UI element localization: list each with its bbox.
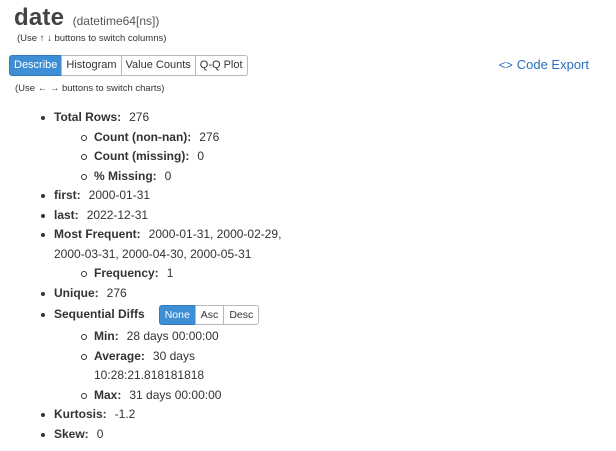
stat-label: Kurtosis: [54,407,107,421]
stat-label: Unique: [54,285,99,300]
describe-stats: Total Rows: 276 Count (non-nan): 276 Count… [41,108,304,445]
column-name: date [14,4,65,31]
stat-label: Skew: [54,426,89,441]
stat-label: Frequency: [94,266,159,280]
stat-label: Sequential Diffs [54,307,145,322]
stat-value: 276 [106,285,127,300]
stat-value: 31 days 00:00:00 [129,387,222,402]
stat-value: 0 [197,149,205,163]
stat-value: -1.2 [114,407,136,421]
stat-skew: Skew: 0 [41,425,304,445]
code-export-label: Code Export [516,57,589,72]
stat-label: last: [54,207,79,222]
sort-desc-button[interactable]: Desc [223,305,260,325]
stat-value: 28 days 00:00:00 [126,329,219,343]
stat-value: 0 [96,426,104,441]
stat-label: Min: [94,329,119,343]
chart-tabs: Describe Histogram Value Counts Q-Q Plot [9,55,248,76]
stat-label: Count (non-nan): [94,129,192,144]
tab-describe[interactable]: Describe [9,55,63,76]
stat-value: 0 [164,168,172,183]
stat-first: first: 2000-01-31 [41,186,304,206]
stat-count-missing: Count (missing): 0 [81,147,304,167]
stat-pct-missing: % Missing: 0 [81,167,304,187]
stat-value: 2000-01-31 [88,188,151,202]
stat-value: 2022-12-31 [86,207,149,222]
stat-total-rows: Total Rows: 276 [41,108,304,128]
stat-label: Count (missing): [94,149,190,163]
stat-diff-max: Max: 31 days 00:00:00 [81,386,304,406]
sort-asc-button[interactable]: Asc [194,305,225,325]
stat-value: 276 [199,129,220,144]
stat-most-frequent: Most Frequent: 2000-01-31, 2000-02-29, 20… [41,225,304,264]
column-dtype: (datetime64[ns]) [72,14,160,28]
stat-frequency: Frequency: 1 [81,264,304,284]
stat-label: % Missing: [94,168,157,183]
tab-value-counts[interactable]: Value Counts [120,55,196,76]
code-export-link[interactable]: <> Code Export [499,57,589,72]
stat-value: 276 [129,110,150,124]
stat-label: Total Rows: [54,110,122,124]
columns-hint: (Use ↑ ↓ buttons to switch columns) [17,33,167,44]
tab-qq-plot[interactable]: Q-Q Plot [194,55,248,76]
column-title: date (datetime64[ns]) [14,4,159,32]
charts-hint: (Use ← → buttons to switch charts) [15,83,165,94]
stat-sequential-diffs: Sequential Diffs None Asc Desc [41,303,304,327]
stat-value: 1 [166,266,174,280]
stat-label: Max: [94,387,122,402]
sequential-diffs-sort-buttons: None Asc Desc [158,305,260,325]
sort-none-button[interactable]: None [158,305,196,325]
stat-diff-average: Average: 30 days 10:28:21.818181818 [81,347,304,386]
tab-histogram[interactable]: Histogram [61,55,122,76]
stat-last: last: 2022-12-31 [41,206,304,226]
code-icon: <> [498,58,513,72]
stat-unique: Unique: 276 [41,284,304,304]
stat-label: Most Frequent: [54,227,141,241]
stat-label: Average: [94,348,145,363]
stat-diff-min: Min: 28 days 00:00:00 [81,327,304,347]
stat-count-non-nan: Count (non-nan): 276 [81,128,304,148]
stat-kurtosis: Kurtosis: -1.2 [41,405,304,425]
stat-label: first: [54,188,81,202]
